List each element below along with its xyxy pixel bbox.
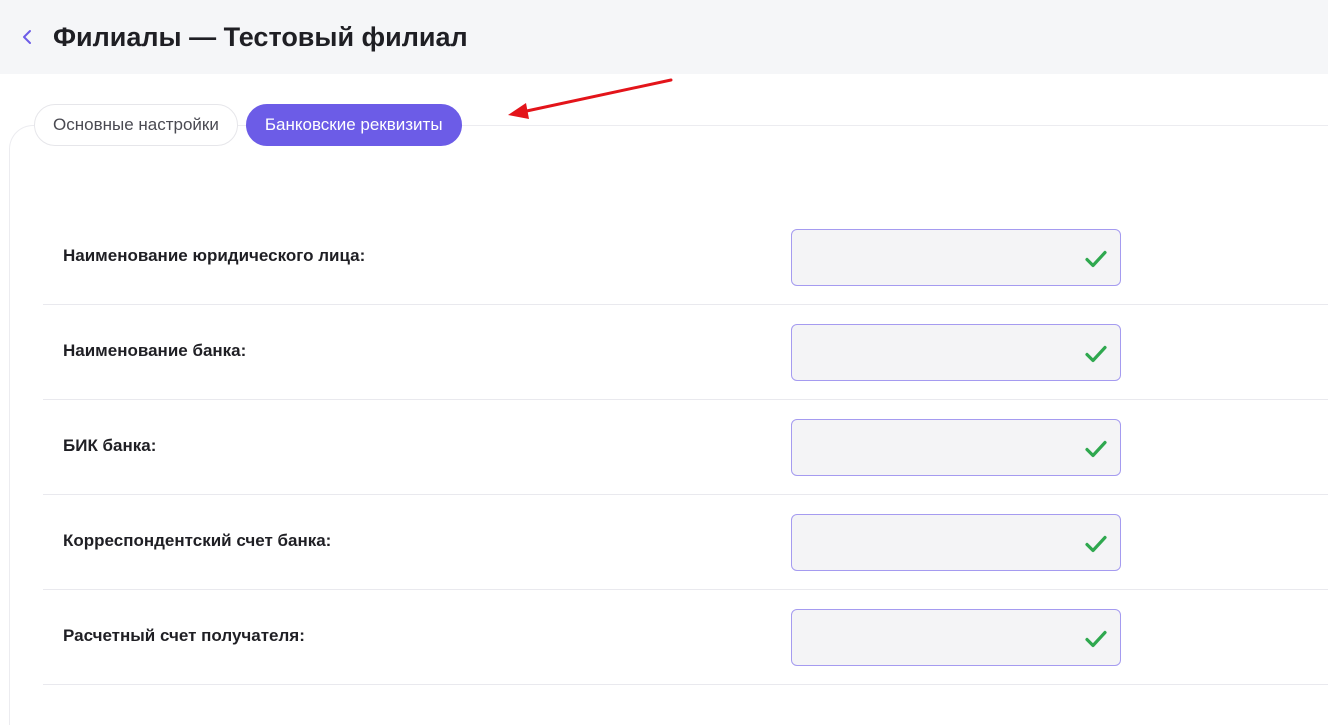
- chevron-left-icon: [23, 30, 31, 44]
- tab-bank-details[interactable]: Банковские реквизиты: [245, 104, 462, 146]
- page-header: Филиалы — Тестовый филиал: [0, 0, 1328, 74]
- tab-panel: [9, 125, 1328, 725]
- annotation-arrow-icon: [508, 78, 673, 119]
- tab-main-settings[interactable]: Основные настройки: [34, 104, 238, 146]
- back-button[interactable]: [16, 24, 38, 50]
- tab-bar: Основные настройки Банковские реквизиты: [34, 104, 462, 146]
- tab-label: Основные настройки: [53, 115, 219, 134]
- tab-label: Банковские реквизиты: [264, 115, 443, 134]
- page-title: Филиалы — Тестовый филиал: [53, 22, 468, 52]
